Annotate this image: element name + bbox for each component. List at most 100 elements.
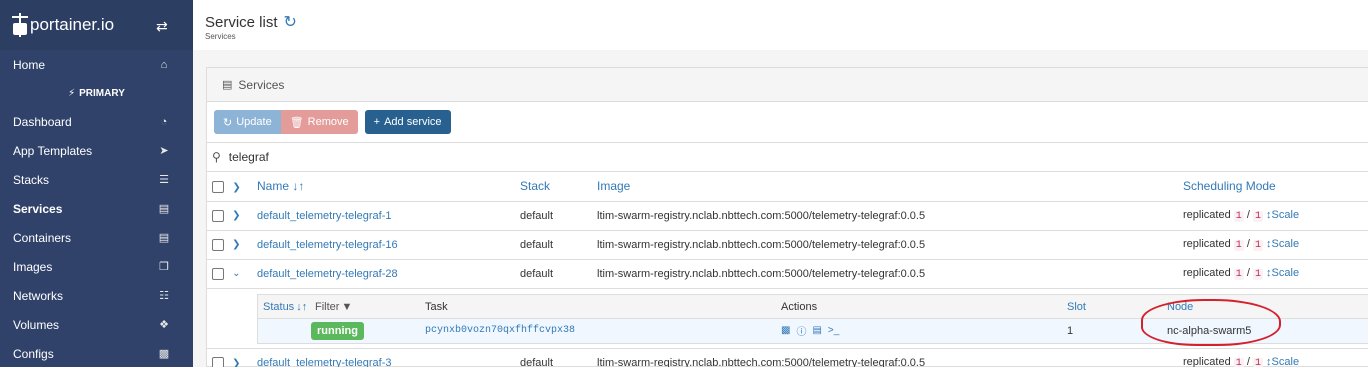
logs-icon[interactable]: ▩ <box>781 325 790 336</box>
update-button[interactable]: ↻ Update <box>214 110 281 134</box>
sort-icon: ↓↑ <box>292 179 305 194</box>
annotation-circle <box>1141 299 1281 346</box>
row-checkbox[interactable] <box>212 356 224 367</box>
scheduling-cell: replicated 1 / 1 ↕Scale <box>1183 230 1368 260</box>
file-code-icon: ▩ <box>158 348 170 360</box>
scheduling-cell: replicated 1 / 1 ↕Scale <box>1183 259 1368 289</box>
search-icon: ⚲ <box>212 150 221 164</box>
endpoint-name: ⚡ PRIMARY <box>68 87 125 99</box>
sidebar-item-networks[interactable]: Networks ☷ <box>0 281 193 310</box>
row-checkbox[interactable] <box>212 238 224 251</box>
sidebar-item-stacks[interactable]: Stacks ☰ <box>0 165 193 194</box>
scale-button[interactable]: ↕Scale <box>1266 238 1299 250</box>
plus-icon: + <box>373 116 381 128</box>
table-row[interactable]: ❯ default_telemetry-telegraf-1 default l… <box>207 201 1368 231</box>
scheduling-cell: replicated 1 / 1 ↕Scale <box>1183 201 1368 231</box>
row-checkbox[interactable] <box>212 209 224 222</box>
stack-cell: default <box>520 348 597 367</box>
column-actions: Actions <box>781 300 818 313</box>
table-header-row: ❯ Name ↓↑ Stack Image Scheduling Mode <box>207 172 1368 202</box>
sidebar-item-containers[interactable]: Containers ▤ <box>0 223 193 252</box>
image-cell: ltim-swarm-registry.nclab.nbttech.com:50… <box>597 201 1183 231</box>
sidebar-item-configs[interactable]: Configs ▩ <box>0 339 193 367</box>
sidebar-header: portainer.io ⇄ <box>0 0 193 50</box>
services-table: ❯ Name ↓↑ Stack Image Scheduling Mode ❯ … <box>207 172 1368 289</box>
image-cell: ltim-swarm-registry.nclab.nbttech.com:50… <box>597 230 1183 260</box>
service-name-link[interactable]: default_telemetry-telegraf-1 <box>257 210 392 222</box>
chevron-right-icon[interactable]: ❯ <box>227 182 240 193</box>
page-header: Service list ↻ Services <box>193 0 1368 50</box>
plug-icon: ⚡ <box>68 87 76 99</box>
exchange-icon[interactable]: ⇄ <box>156 18 168 35</box>
rocket-icon: ➤ <box>159 145 169 157</box>
logo-text: portainer.io <box>30 15 115 34</box>
th-list-icon: ☰ <box>159 174 169 186</box>
stack-cell: default <box>520 230 597 260</box>
service-name-link[interactable]: default_telemetry-telegraf-3 <box>257 357 392 367</box>
page-title: Service list ↻ <box>205 12 297 32</box>
chevron-down-icon[interactable]: ⌄ <box>227 268 240 279</box>
trash-icon: 🗑 <box>289 116 304 129</box>
status-badge: running <box>311 321 364 340</box>
sort-icon: ↓↑ <box>296 300 308 313</box>
refresh-icon[interactable]: ↻ <box>284 12 297 32</box>
actions-bar: ↻ Update 🗑 Remove + Add service <box>207 102 1368 142</box>
task-actions: ▩ ⓘ ▤ >_ <box>781 319 845 343</box>
sitemap-icon: ☷ <box>159 290 169 302</box>
chevron-right-icon[interactable]: ❯ <box>227 239 240 250</box>
scale-button[interactable]: ↕Scale <box>1266 267 1299 279</box>
remove-button[interactable]: 🗑 Remove <box>280 110 358 134</box>
sidebar-item-services[interactable]: Services ▤ <box>0 194 193 223</box>
sidebar-item-label: Home <box>13 57 46 72</box>
column-slot[interactable]: Slot <box>1067 295 1086 319</box>
sidebar-item-volumes[interactable]: Volumes ❖ <box>0 310 193 339</box>
column-task: Task <box>425 300 448 313</box>
sidebar-item-home[interactable]: Home ⌂ <box>0 50 193 79</box>
services-table-continued: ❯ default_telemetry-telegraf-3 default l… <box>207 348 1368 367</box>
image-cell: ltim-swarm-registry.nclab.nbttech.com:50… <box>597 348 1183 367</box>
scale-button[interactable]: ↕Scale <box>1266 209 1299 221</box>
service-name-link[interactable]: default_telemetry-telegraf-28 <box>257 268 398 280</box>
task-id-link[interactable]: pcynxb0vozn70qxfhffcvpx38 <box>425 325 575 336</box>
column-status[interactable]: Status ↓↑ <box>263 295 307 319</box>
sidebar: portainer.io ⇄ Home ⌂ ⚡ PRIMARY Dashboar… <box>0 0 193 367</box>
scheduling-cell: replicated 1 / 1 ↕Scale <box>1183 348 1368 367</box>
stack-cell: default <box>520 259 597 289</box>
stats-icon[interactable]: ▤ <box>812 325 821 336</box>
cubes-icon: ❖ <box>159 319 169 331</box>
breadcrumb: Services <box>205 32 236 41</box>
select-all-checkbox[interactable] <box>212 181 224 194</box>
panel-header: ▤ Services <box>207 68 1368 102</box>
search-bar: ⚲ <box>207 142 1368 172</box>
stack-cell: default <box>520 201 597 231</box>
scale-button[interactable]: ↕Scale <box>1266 356 1299 367</box>
service-name-link[interactable]: default_telemetry-telegraf-16 <box>257 239 398 251</box>
table-row[interactable]: ❯ default_telemetry-telegraf-16 default … <box>207 230 1368 260</box>
list-icon: ▤ <box>222 79 233 91</box>
column-image[interactable]: Image <box>597 172 1183 202</box>
server-icon: ▤ <box>158 232 170 244</box>
filter-button[interactable]: Filter ▼ <box>315 295 352 319</box>
chevron-right-icon[interactable]: ❯ <box>227 358 240 367</box>
slot-cell: 1 <box>1067 324 1074 337</box>
table-row[interactable]: ⌄ default_telemetry-telegraf-28 default … <box>207 259 1368 289</box>
refresh-icon: ↻ <box>223 116 233 129</box>
crane-icon <box>12 13 28 37</box>
chevron-right-icon[interactable]: ❯ <box>227 210 240 221</box>
tachometer-icon: ◔ <box>160 115 168 128</box>
sidebar-item-images[interactable]: Images ❐ <box>0 252 193 281</box>
console-icon[interactable]: >_ <box>828 325 839 336</box>
table-row[interactable]: ❯ default_telemetry-telegraf-3 default l… <box>207 348 1368 367</box>
row-checkbox[interactable] <box>212 267 224 280</box>
column-scheduling-mode[interactable]: Scheduling Mode <box>1183 172 1368 202</box>
image-cell: ltim-swarm-registry.nclab.nbttech.com:50… <box>597 259 1183 289</box>
portainer-logo[interactable]: portainer.io <box>12 13 114 37</box>
sidebar-item-app-templates[interactable]: App Templates ➤ <box>0 136 193 165</box>
add-service-button[interactable]: + Add service <box>364 110 451 134</box>
sidebar-item-dashboard[interactable]: Dashboard ◔ <box>0 107 193 136</box>
column-name[interactable]: Name ↓↑ <box>257 172 520 202</box>
search-input[interactable] <box>228 150 629 164</box>
home-icon: ⌂ <box>160 58 168 71</box>
info-icon[interactable]: ⓘ <box>796 323 806 338</box>
column-stack[interactable]: Stack <box>520 172 597 202</box>
